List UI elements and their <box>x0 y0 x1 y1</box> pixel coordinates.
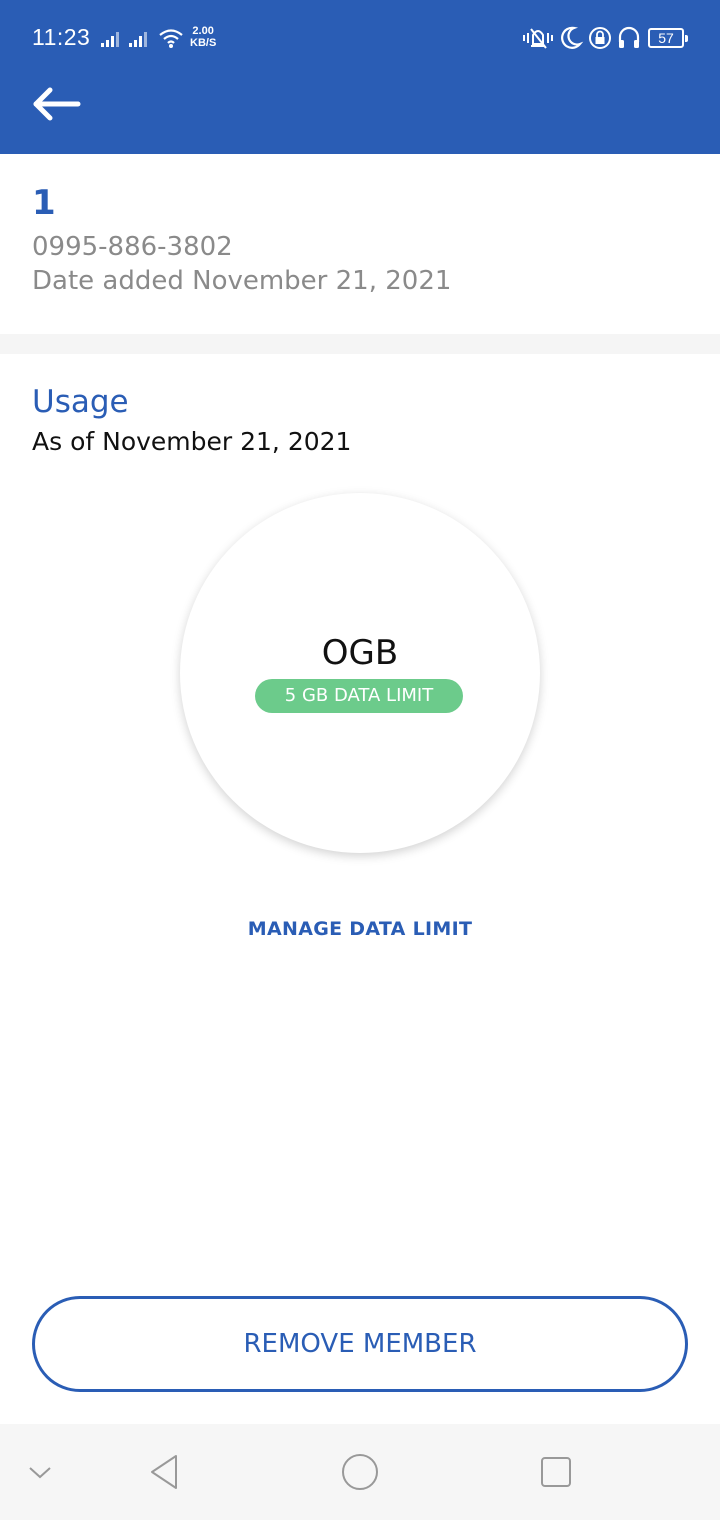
nav-back-button[interactable] <box>136 1424 192 1520</box>
nav-recents-button[interactable] <box>528 1424 584 1520</box>
usage-as-of: As of November 21, 2021 <box>32 427 352 456</box>
wifi-icon <box>159 29 183 48</box>
signal-icon <box>101 32 119 47</box>
remove-member-button[interactable]: REMOVE MEMBER <box>32 1296 688 1392</box>
member-name: 1 <box>32 183 56 223</box>
back-button[interactable] <box>28 82 84 126</box>
headphones-icon <box>618 26 640 48</box>
signal-icon <box>129 32 147 47</box>
data-limit-badge: 5 GB DATA LIMIT <box>255 679 463 713</box>
manage-data-limit-link[interactable]: MANAGE DATA LIMIT <box>0 918 720 940</box>
network-speed-unit: KB/S <box>190 37 217 49</box>
usage-amount: OGB <box>321 633 399 673</box>
nav-home-button[interactable] <box>332 1424 388 1520</box>
nav-recents-icon <box>541 1457 571 1487</box>
section-divider <box>0 334 720 354</box>
battery-icon: 57 <box>648 28 688 48</box>
nav-home-icon <box>342 1454 378 1490</box>
status-time: 11:23 <box>32 24 91 50</box>
nav-chevron-down-button[interactable] <box>20 1424 60 1520</box>
usage-title: Usage <box>32 384 129 420</box>
network-speed-value: 2.00 <box>192 25 214 37</box>
network-speed: 2.00 KB/S <box>190 25 216 49</box>
lock-rotation-icon <box>589 27 611 49</box>
system-nav-bar <box>0 1424 720 1520</box>
usage-circle: OGB 5 GB DATA LIMIT <box>180 493 540 853</box>
moon-icon <box>561 26 584 49</box>
back-arrow-icon <box>33 87 81 121</box>
member-date-added: Date added November 21, 2021 <box>32 266 452 296</box>
nav-back-icon <box>151 1455 177 1489</box>
nav-chevron-down-icon <box>29 1467 51 1479</box>
status-bar: 11:23 2.00 KB/S 57 <box>0 0 720 74</box>
member-number: 0995-886-3802 <box>32 232 233 262</box>
vibrate-icon <box>523 28 553 49</box>
app-bar: 11:23 2.00 KB/S 57 <box>0 0 720 154</box>
